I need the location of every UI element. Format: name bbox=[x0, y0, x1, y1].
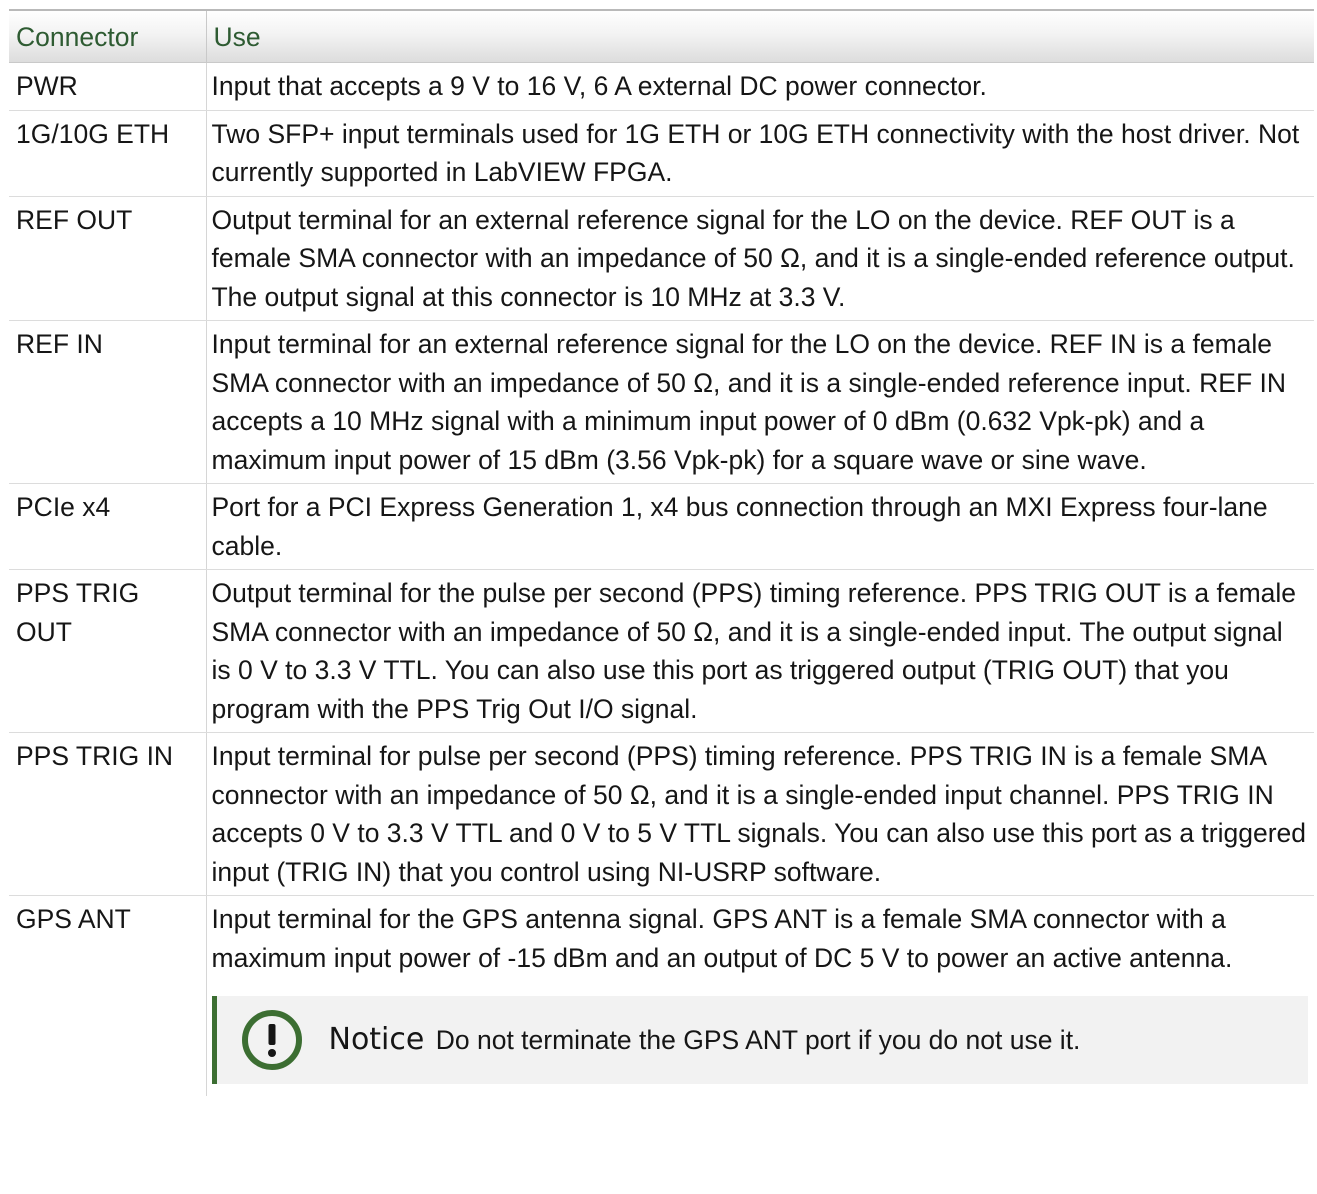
notice-body: Do not terminate the GPS ANT port if you… bbox=[435, 1024, 1081, 1055]
table-row: PPS TRIG OUT Output terminal for the pul… bbox=[9, 569, 1314, 733]
connector-cell: PPS TRIG OUT bbox=[9, 569, 206, 733]
notice-title: Notice bbox=[328, 1021, 425, 1057]
table-header-row: Connector Use bbox=[9, 9, 1314, 63]
use-cell: Output terminal for the pulse per second… bbox=[205, 569, 1314, 733]
notice-text: Notice Do not terminate the GPS ANT port… bbox=[329, 1021, 1081, 1060]
use-cell: Input terminal for the GPS antenna signa… bbox=[205, 895, 1314, 1096]
connector-cell: REF OUT bbox=[9, 196, 206, 321]
connector-cell: 1G/10G ETH bbox=[9, 110, 206, 197]
table-row: GPS ANT Input terminal for the GPS anten… bbox=[9, 895, 1314, 1096]
table-row: REF OUT Output terminal for an external … bbox=[9, 196, 1314, 321]
notice-box: Notice Do not terminate the GPS ANT port… bbox=[211, 996, 1308, 1084]
connector-cell: REF IN bbox=[9, 320, 206, 484]
exclamation-circle-icon bbox=[241, 1010, 302, 1070]
use-cell: Input terminal for pulse per second (PPS… bbox=[205, 732, 1314, 896]
use-cell: Port for a PCI Express Generation 1, x4 … bbox=[205, 483, 1314, 570]
table-row: PWR Input that accepts a 9 V to 16 V, 6 … bbox=[9, 62, 1314, 111]
table-row: REF IN Input terminal for an external re… bbox=[9, 320, 1314, 484]
table-row: PCIe x4 Port for a PCI Express Generatio… bbox=[9, 483, 1314, 570]
column-header-use: Use bbox=[205, 9, 1314, 63]
use-cell: Input that accepts a 9 V to 16 V, 6 A ex… bbox=[205, 62, 1314, 111]
use-cell: Two SFP+ input terminals used for 1G ETH… bbox=[205, 110, 1314, 197]
connector-cell: PWR bbox=[9, 62, 206, 111]
table-row: PPS TRIG IN Input terminal for pulse per… bbox=[9, 732, 1314, 896]
connector-table-container: Connector Use PWR Input that accepts a 9… bbox=[9, 9, 1314, 1096]
connector-cell: PCIe x4 bbox=[9, 483, 206, 570]
connector-table: Connector Use PWR Input that accepts a 9… bbox=[9, 9, 1314, 1096]
column-header-connector: Connector bbox=[9, 9, 206, 63]
connector-cell: GPS ANT bbox=[16, 904, 131, 934]
use-cell: Input terminal for an external reference… bbox=[205, 320, 1314, 484]
connector-cell: PPS TRIG IN bbox=[9, 732, 206, 896]
table-row: 1G/10G ETH Two SFP+ input terminals used… bbox=[9, 110, 1314, 197]
use-cell-text: Input terminal for the GPS antenna signa… bbox=[211, 904, 1233, 973]
use-cell: Output terminal for an external referenc… bbox=[205, 196, 1314, 321]
